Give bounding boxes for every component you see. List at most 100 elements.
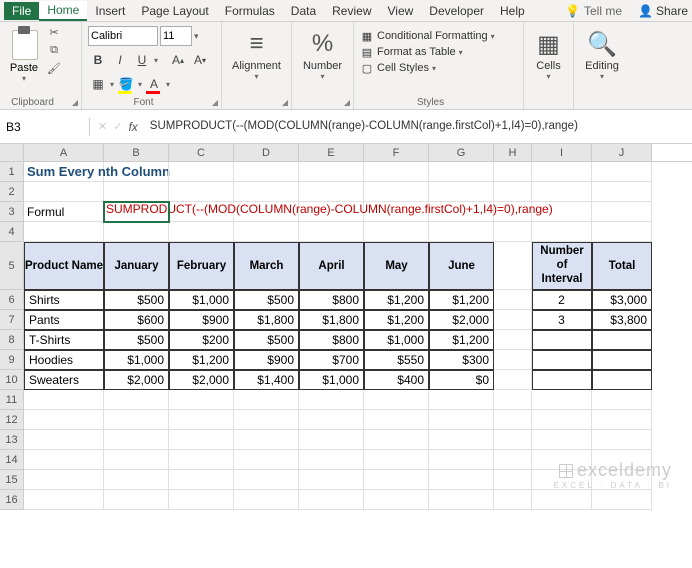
cell-H4[interactable] bbox=[494, 222, 532, 242]
cell-E11[interactable] bbox=[299, 390, 364, 410]
cell-D10[interactable]: $1,400 bbox=[234, 370, 299, 390]
font-color-icon[interactable]: A bbox=[144, 74, 164, 94]
col-header-G[interactable]: G bbox=[429, 144, 494, 161]
row-header-13[interactable]: 13 bbox=[0, 430, 24, 450]
cell-G1[interactable] bbox=[429, 162, 494, 182]
cell-C12[interactable] bbox=[169, 410, 234, 430]
number-launcher[interactable]: ◢ bbox=[344, 98, 350, 107]
cell-D15[interactable] bbox=[234, 470, 299, 490]
menu-view[interactable]: View bbox=[380, 2, 422, 20]
cell-J7[interactable]: $3,800 bbox=[592, 310, 652, 330]
cell-H13[interactable] bbox=[494, 430, 532, 450]
italic-button[interactable]: I bbox=[110, 50, 130, 70]
cell-I6[interactable]: 2 bbox=[532, 290, 592, 310]
cell-J16[interactable] bbox=[592, 490, 652, 510]
cell-C2[interactable] bbox=[169, 182, 234, 202]
cell-G10[interactable]: $0 bbox=[429, 370, 494, 390]
cell-styles-button[interactable]: ▢Cell Styles ▾ bbox=[360, 60, 495, 76]
cell-B4[interactable] bbox=[104, 222, 169, 242]
cell-D16[interactable] bbox=[234, 490, 299, 510]
cell-I2[interactable] bbox=[532, 182, 592, 202]
cells-button[interactable]: ▦Cells▾ bbox=[530, 24, 567, 81]
bold-button[interactable]: B bbox=[88, 50, 108, 70]
cell-I10[interactable] bbox=[532, 370, 592, 390]
cell-F16[interactable] bbox=[364, 490, 429, 510]
cell-E16[interactable] bbox=[299, 490, 364, 510]
menu-formulas[interactable]: Formulas bbox=[217, 2, 283, 20]
row-header-7[interactable]: 7 bbox=[0, 310, 24, 330]
row-header-4[interactable]: 4 bbox=[0, 222, 24, 242]
cell-C10[interactable]: $2,000 bbox=[169, 370, 234, 390]
cell-E1[interactable] bbox=[299, 162, 364, 182]
col-header-B[interactable]: B bbox=[104, 144, 169, 161]
cell-J6[interactable]: $3,000 bbox=[592, 290, 652, 310]
col-header-H[interactable]: H bbox=[494, 144, 532, 161]
cell-E15[interactable] bbox=[299, 470, 364, 490]
copy-icon[interactable]: ⧉ bbox=[46, 42, 62, 58]
clipboard-launcher[interactable]: ◢ bbox=[72, 98, 78, 107]
cancel-icon[interactable]: ✕ bbox=[98, 120, 107, 133]
cell-B13[interactable] bbox=[104, 430, 169, 450]
cell-F12[interactable] bbox=[364, 410, 429, 430]
cell-G16[interactable] bbox=[429, 490, 494, 510]
cell-E10[interactable]: $1,000 bbox=[299, 370, 364, 390]
row-header-12[interactable]: 12 bbox=[0, 410, 24, 430]
cell-I9[interactable] bbox=[532, 350, 592, 370]
cell-B15[interactable] bbox=[104, 470, 169, 490]
cell-B3[interactable] bbox=[104, 202, 169, 222]
cell-C5[interactable]: February bbox=[169, 242, 234, 290]
cell-J2[interactable] bbox=[592, 182, 652, 202]
menu-home[interactable]: Home bbox=[39, 1, 87, 21]
cell-J4[interactable] bbox=[592, 222, 652, 242]
cell-J10[interactable] bbox=[592, 370, 652, 390]
cell-D14[interactable] bbox=[234, 450, 299, 470]
cell-J3[interactable] bbox=[592, 202, 652, 222]
row-header-1[interactable]: 1 bbox=[0, 162, 24, 182]
col-header-D[interactable]: D bbox=[234, 144, 299, 161]
cell-J8[interactable] bbox=[592, 330, 652, 350]
cell-H8[interactable] bbox=[494, 330, 532, 350]
fx-icon[interactable]: fx bbox=[128, 120, 137, 134]
enter-icon[interactable]: ✓ bbox=[113, 120, 122, 133]
cell-B8[interactable]: $500 bbox=[104, 330, 169, 350]
cell-E6[interactable]: $800 bbox=[299, 290, 364, 310]
cell-I4[interactable] bbox=[532, 222, 592, 242]
cell-I8[interactable] bbox=[532, 330, 592, 350]
format-painter-icon[interactable]: 🖌 bbox=[46, 60, 62, 76]
cell-I13[interactable] bbox=[532, 430, 592, 450]
cell-G9[interactable]: $300 bbox=[429, 350, 494, 370]
increase-font-icon[interactable]: A▴ bbox=[168, 50, 188, 70]
cell-C14[interactable] bbox=[169, 450, 234, 470]
conditional-formatting-button[interactable]: ▦Conditional Formatting ▾ bbox=[360, 28, 495, 44]
cell-G2[interactable] bbox=[429, 182, 494, 202]
cell-B11[interactable] bbox=[104, 390, 169, 410]
cell-E9[interactable]: $700 bbox=[299, 350, 364, 370]
row-header-2[interactable]: 2 bbox=[0, 182, 24, 202]
cell-J12[interactable] bbox=[592, 410, 652, 430]
cell-D12[interactable] bbox=[234, 410, 299, 430]
cell-J13[interactable] bbox=[592, 430, 652, 450]
cell-C15[interactable] bbox=[169, 470, 234, 490]
cell-B9[interactable]: $1,000 bbox=[104, 350, 169, 370]
cell-G12[interactable] bbox=[429, 410, 494, 430]
alignment-launcher[interactable]: ◢ bbox=[282, 98, 288, 107]
cell-H15[interactable] bbox=[494, 470, 532, 490]
cell-C8[interactable]: $200 bbox=[169, 330, 234, 350]
cell-H7[interactable] bbox=[494, 310, 532, 330]
cell-E7[interactable]: $1,800 bbox=[299, 310, 364, 330]
menu-help[interactable]: Help bbox=[492, 2, 533, 20]
cell-H2[interactable] bbox=[494, 182, 532, 202]
cell-F8[interactable]: $1,000 bbox=[364, 330, 429, 350]
cell-B10[interactable]: $2,000 bbox=[104, 370, 169, 390]
decrease-font-icon[interactable]: A▾ bbox=[190, 50, 210, 70]
cell-E14[interactable] bbox=[299, 450, 364, 470]
cell-F2[interactable] bbox=[364, 182, 429, 202]
cell-B16[interactable] bbox=[104, 490, 169, 510]
cell-F6[interactable]: $1,200 bbox=[364, 290, 429, 310]
cell-F1[interactable] bbox=[364, 162, 429, 182]
cell-D8[interactable]: $500 bbox=[234, 330, 299, 350]
row-header-10[interactable]: 10 bbox=[0, 370, 24, 390]
cell-D6[interactable]: $500 bbox=[234, 290, 299, 310]
cell-G13[interactable] bbox=[429, 430, 494, 450]
cell-B6[interactable]: $500 bbox=[104, 290, 169, 310]
